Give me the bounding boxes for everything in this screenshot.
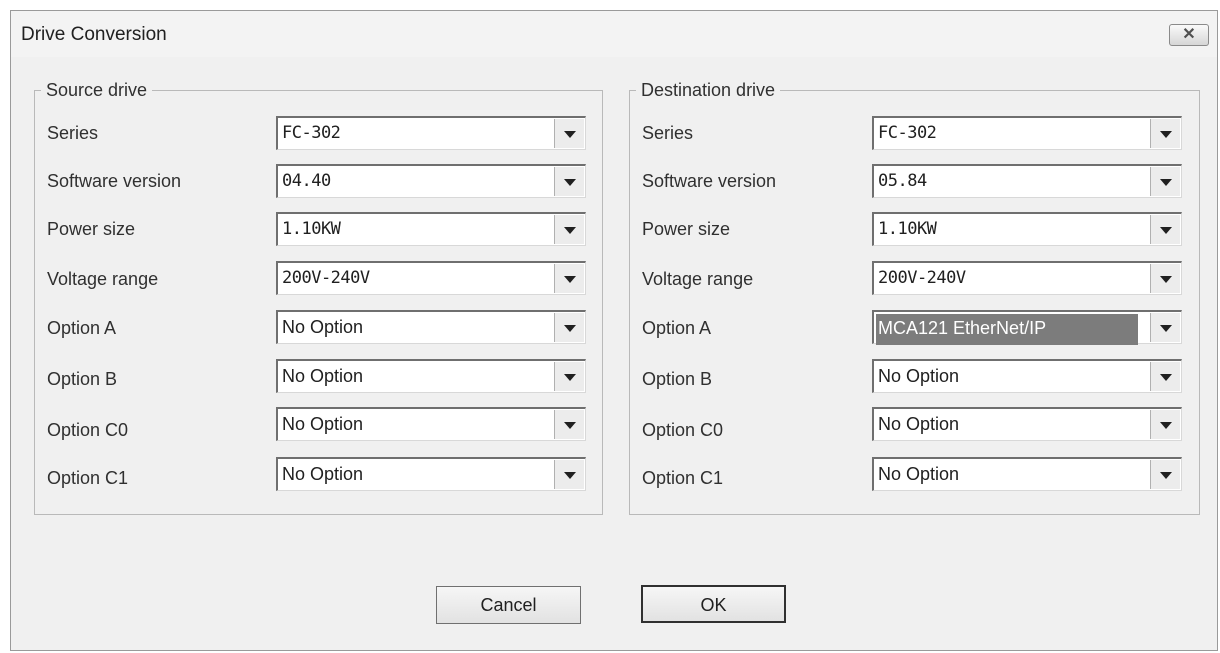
close-button[interactable]: ✕ xyxy=(1169,24,1209,46)
destination-software-version-label: Software version xyxy=(642,171,777,191)
destination-drive-group: Destination drive Series FC-302 Software… xyxy=(629,80,1200,515)
close-icon: ✕ xyxy=(1182,26,1196,43)
chevron-down-icon[interactable] xyxy=(1150,167,1180,196)
source-series-select[interactable]: FC-302 xyxy=(276,116,586,150)
chevron-down-icon[interactable] xyxy=(554,460,584,489)
destination-option-c0-select[interactable]: No Option xyxy=(872,407,1182,441)
ok-button[interactable]: OK xyxy=(641,585,786,623)
source-software-version-label: Software version xyxy=(47,171,182,191)
chevron-down-icon[interactable] xyxy=(1150,313,1180,342)
source-series-label: Series xyxy=(47,123,99,143)
source-series-value: FC-302 xyxy=(282,123,341,143)
destination-option-a-select[interactable]: MCA121 EtherNet/IP xyxy=(872,310,1182,345)
source-option-c0-label: Option C0 xyxy=(47,420,129,440)
source-power-size-label: Power size xyxy=(47,219,136,239)
destination-option-b-label: Option B xyxy=(642,369,713,389)
destination-option-c1-value: No Option xyxy=(878,464,960,484)
destination-option-c1-select[interactable]: No Option xyxy=(872,457,1182,491)
destination-software-version-value: 05.84 xyxy=(878,171,927,191)
destination-series-select[interactable]: FC-302 xyxy=(872,116,1182,150)
destination-voltage-range-label: Voltage range xyxy=(642,269,754,289)
chevron-down-icon[interactable] xyxy=(1150,460,1180,489)
source-drive-title: Source drive xyxy=(41,80,153,100)
source-option-c0-select[interactable]: No Option xyxy=(276,407,586,441)
cancel-button[interactable]: Cancel xyxy=(436,586,581,624)
source-option-b-select[interactable]: No Option xyxy=(276,359,586,393)
source-software-version-value: 04.40 xyxy=(282,171,331,191)
source-option-b-label: Option B xyxy=(47,369,118,389)
source-voltage-range-label: Voltage range xyxy=(47,269,159,289)
source-option-a-value: No Option xyxy=(282,317,364,337)
chevron-down-icon[interactable] xyxy=(554,119,584,148)
drive-conversion-dialog: Drive Conversion ✕ Source drive Series F… xyxy=(10,10,1218,651)
dialog-title: Drive Conversion xyxy=(21,24,167,45)
destination-power-size-select[interactable]: 1.10KW xyxy=(872,212,1182,246)
chevron-down-icon[interactable] xyxy=(554,264,584,293)
destination-series-value: FC-302 xyxy=(878,123,937,143)
chevron-down-icon[interactable] xyxy=(554,313,584,342)
source-drive-group: Source drive Series FC-302 Software vers… xyxy=(34,80,603,515)
destination-option-b-select[interactable]: No Option xyxy=(872,359,1182,393)
source-power-size-select[interactable]: 1.10KW xyxy=(276,212,586,246)
destination-option-a-label: Option A xyxy=(642,318,712,338)
source-option-c1-value: No Option xyxy=(282,464,364,484)
title-bar: Drive Conversion ✕ xyxy=(11,11,1217,57)
destination-option-c0-value: No Option xyxy=(878,414,960,434)
destination-power-size-label: Power size xyxy=(642,219,731,239)
source-option-a-select[interactable]: No Option xyxy=(276,310,586,344)
source-software-version-select[interactable]: 04.40 xyxy=(276,164,586,198)
destination-option-c1-label: Option C1 xyxy=(642,468,724,488)
chevron-down-icon[interactable] xyxy=(1150,264,1180,293)
chevron-down-icon[interactable] xyxy=(1150,362,1180,391)
source-option-b-value: No Option xyxy=(282,366,364,386)
source-voltage-range-select[interactable]: 200V-240V xyxy=(276,261,586,295)
chevron-down-icon[interactable] xyxy=(1150,410,1180,439)
destination-voltage-range-value: 200V-240V xyxy=(878,268,966,288)
destination-voltage-range-select[interactable]: 200V-240V xyxy=(872,261,1182,295)
source-option-a-label: Option A xyxy=(47,318,117,338)
source-option-c0-value: No Option xyxy=(282,414,364,434)
chevron-down-icon[interactable] xyxy=(554,362,584,391)
destination-option-a-value: MCA121 EtherNet/IP xyxy=(876,314,1138,345)
destination-option-c0-label: Option C0 xyxy=(642,420,724,440)
source-option-c1-label: Option C1 xyxy=(47,468,129,488)
destination-power-size-value: 1.10KW xyxy=(878,219,937,239)
source-power-size-value: 1.10KW xyxy=(282,219,341,239)
chevron-down-icon[interactable] xyxy=(554,215,584,244)
destination-series-label: Series xyxy=(642,123,694,143)
destination-software-version-select[interactable]: 05.84 xyxy=(872,164,1182,198)
source-option-c1-select[interactable]: No Option xyxy=(276,457,586,491)
destination-drive-title: Destination drive xyxy=(636,80,781,100)
chevron-down-icon[interactable] xyxy=(554,410,584,439)
chevron-down-icon[interactable] xyxy=(1150,215,1180,244)
source-voltage-range-value: 200V-240V xyxy=(282,268,370,288)
chevron-down-icon[interactable] xyxy=(1150,119,1180,148)
destination-option-b-value: No Option xyxy=(878,366,960,386)
chevron-down-icon[interactable] xyxy=(554,167,584,196)
